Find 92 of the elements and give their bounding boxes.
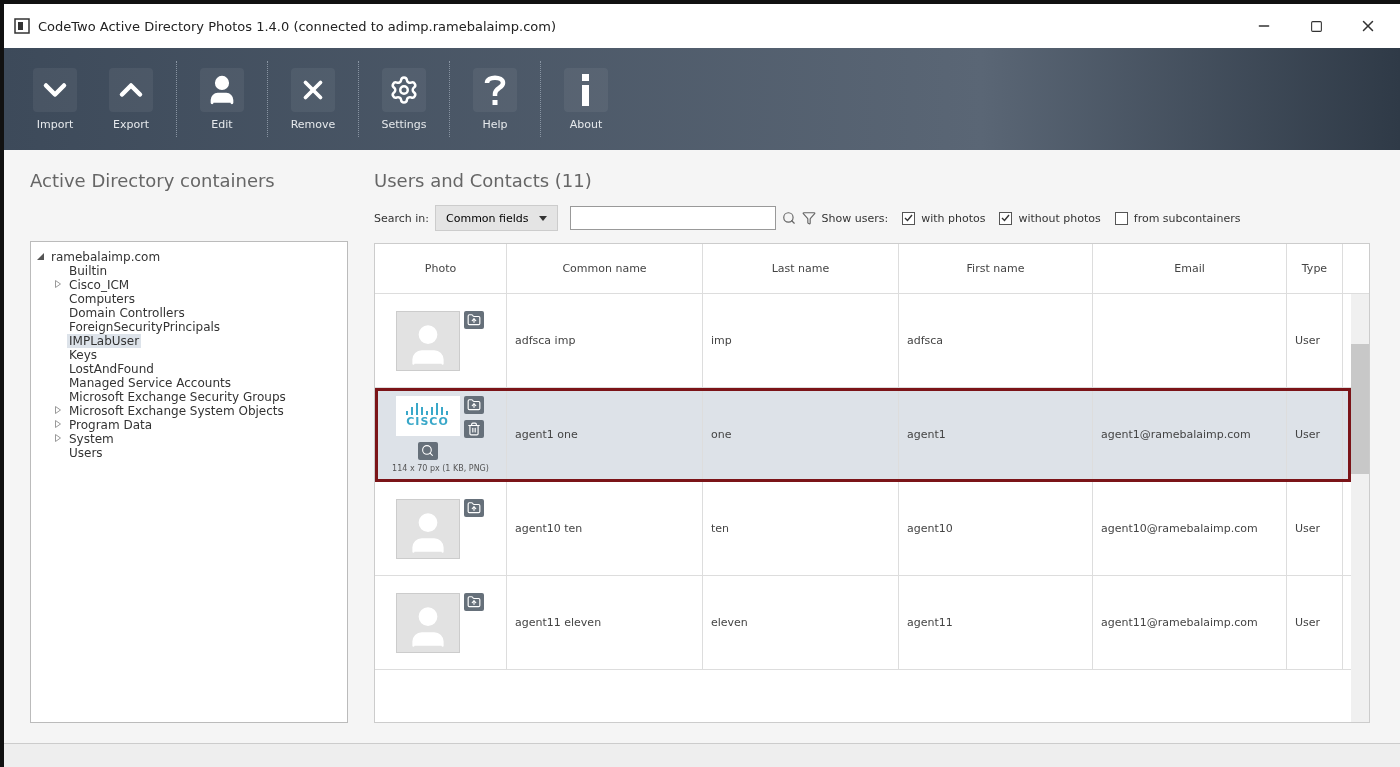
table-cell: agent11 bbox=[899, 576, 1093, 669]
logo-text: CISCO bbox=[406, 415, 449, 428]
tree-item[interactable]: System bbox=[67, 432, 116, 446]
trash-icon[interactable] bbox=[463, 419, 484, 438]
clear-filter-icon[interactable] bbox=[801, 211, 816, 225]
folder-upload-icon[interactable] bbox=[463, 498, 484, 517]
table-cell: eleven bbox=[703, 576, 899, 669]
checkbox[interactable] bbox=[1114, 211, 1128, 225]
expanded-triangle-icon[interactable] bbox=[37, 252, 44, 260]
maximize-icon[interactable] bbox=[1309, 19, 1323, 33]
tree-item[interactable]: ForeignSecurityPrincipals bbox=[67, 320, 223, 334]
search-icon[interactable] bbox=[781, 211, 796, 225]
collapsed-triangle-icon[interactable] bbox=[55, 434, 61, 442]
window-title: CodeTwo Active Directory Photos 1.4.0 (connected to adimp.ramebalaimp.com) bbox=[38, 18, 557, 34]
tree-item[interactable]: Program Data bbox=[67, 418, 155, 432]
column-header[interactable]: Common name bbox=[507, 244, 703, 293]
collapsed-triangle-icon[interactable] bbox=[55, 420, 61, 428]
show-users-label: Show users: bbox=[821, 211, 889, 225]
dropdown-caret-icon bbox=[538, 215, 547, 221]
info-icon bbox=[581, 73, 591, 106]
toolbar-button[interactable]: Help bbox=[464, 66, 526, 132]
checkbox-label: from subcontainers bbox=[1133, 211, 1241, 225]
table-row[interactable]: agent11 eleven eleven agent11 agent11@ramebalaimp.com User bbox=[375, 576, 1351, 670]
tree-item[interactable]: Managed Service Accounts bbox=[67, 376, 233, 390]
table-cell: ten bbox=[703, 482, 899, 575]
table-cell: agent10 ten bbox=[507, 482, 703, 575]
table-cell: agent11 eleven bbox=[507, 576, 703, 669]
checkbox-label: without photos bbox=[1018, 211, 1101, 225]
table-cell: User bbox=[1287, 482, 1343, 575]
table-cell: agent10 bbox=[899, 482, 1093, 575]
panel-title: Users and Contacts (11) bbox=[374, 170, 593, 191]
settings-icon bbox=[389, 74, 419, 105]
collapsed-triangle-icon[interactable] bbox=[55, 280, 61, 288]
folder-upload-icon[interactable] bbox=[463, 395, 484, 414]
toolbar-button[interactable]: Edit bbox=[191, 66, 253, 132]
tree-item[interactable]: Cisco_ICM bbox=[67, 278, 132, 292]
image-info: 114 x 70 px (1 KB, PNG) bbox=[392, 463, 489, 474]
tree-item[interactable]: Users bbox=[67, 446, 105, 460]
table-cell: one bbox=[703, 388, 899, 481]
tree-item[interactable]: LostAndFound bbox=[67, 362, 156, 376]
checkbox[interactable] bbox=[902, 211, 916, 225]
toolbar-button[interactable]: Export bbox=[100, 66, 162, 132]
table-cell: adfsca bbox=[899, 294, 1093, 387]
column-header[interactable]: Type bbox=[1287, 244, 1343, 293]
table-cell: agent1@ramebalaimp.com bbox=[1093, 388, 1287, 481]
collapsed-triangle-icon[interactable] bbox=[55, 406, 61, 414]
column-header[interactable]: Photo bbox=[375, 244, 507, 293]
app-icon bbox=[14, 18, 30, 34]
table-cell: User bbox=[1287, 576, 1343, 669]
table-row[interactable]: CISCO 114 x 70 px (1 KB, PNG) agent1 one one agent1 agent1@ramebalaimp.com User bbox=[375, 388, 1351, 482]
tree-item[interactable]: Microsoft Exchange System Objects bbox=[67, 404, 286, 418]
logo-bars-icon bbox=[404, 403, 451, 415]
search-icon[interactable] bbox=[417, 441, 438, 460]
scope-dropdown[interactable]: Common fields bbox=[435, 205, 558, 231]
search-label: Search in: bbox=[374, 211, 430, 225]
table-cell: agent1 bbox=[899, 388, 1093, 481]
tree-item[interactable]: Builtin bbox=[67, 264, 110, 278]
checkmark-icon bbox=[1001, 214, 1011, 222]
folder-upload-icon[interactable] bbox=[463, 310, 484, 329]
toolbar-button[interactable]: About bbox=[555, 66, 617, 132]
panel-title: Active Directory containers bbox=[30, 170, 276, 191]
question-mark-icon bbox=[484, 73, 506, 106]
search-field[interactable] bbox=[569, 206, 776, 230]
tree-item[interactable]: IMPLabUser bbox=[67, 334, 142, 348]
avatar-placeholder bbox=[395, 498, 460, 559]
folder-upload-icon[interactable] bbox=[463, 592, 484, 611]
toolbar-button[interactable]: Settings bbox=[373, 66, 435, 132]
tree-item[interactable]: Microsoft Exchange Security Groups bbox=[67, 390, 288, 404]
table-row[interactable]: adfsca imp imp adfsca User bbox=[375, 294, 1351, 388]
table-cell: agent10@ramebalaimp.com bbox=[1093, 482, 1287, 575]
tree-item[interactable]: Domain Controllers bbox=[67, 306, 187, 320]
scrollbar[interactable] bbox=[1351, 294, 1369, 722]
column-header[interactable]: First name bbox=[899, 244, 1093, 293]
table-cell: adfsca imp bbox=[507, 294, 703, 387]
checkbox-label: with photos bbox=[921, 211, 986, 225]
table-cell: agent11@ramebalaimp.com bbox=[1093, 576, 1287, 669]
avatar-placeholder bbox=[395, 310, 460, 371]
toolbar-button[interactable]: Remove bbox=[282, 66, 344, 132]
toolbar-button[interactable]: Import bbox=[24, 66, 86, 132]
table-cell: imp bbox=[703, 294, 899, 387]
column-header[interactable]: Email bbox=[1093, 244, 1287, 293]
table-cell: User bbox=[1287, 388, 1343, 481]
checkmark-icon bbox=[904, 214, 914, 222]
tree-item[interactable]: ramebalaimp.com bbox=[49, 250, 163, 264]
table-cell: agent1 one bbox=[507, 388, 703, 481]
tree-item[interactable]: Keys bbox=[67, 348, 99, 362]
table-row[interactable]: agent10 ten ten agent10 agent10@ramebalaimp.com User bbox=[375, 482, 1351, 576]
table-cell: User bbox=[1287, 294, 1343, 387]
checkbox[interactable] bbox=[999, 211, 1013, 225]
avatar-placeholder bbox=[395, 592, 460, 653]
column-header[interactable]: Last name bbox=[703, 244, 899, 293]
tree-item[interactable]: Computers bbox=[67, 292, 137, 306]
